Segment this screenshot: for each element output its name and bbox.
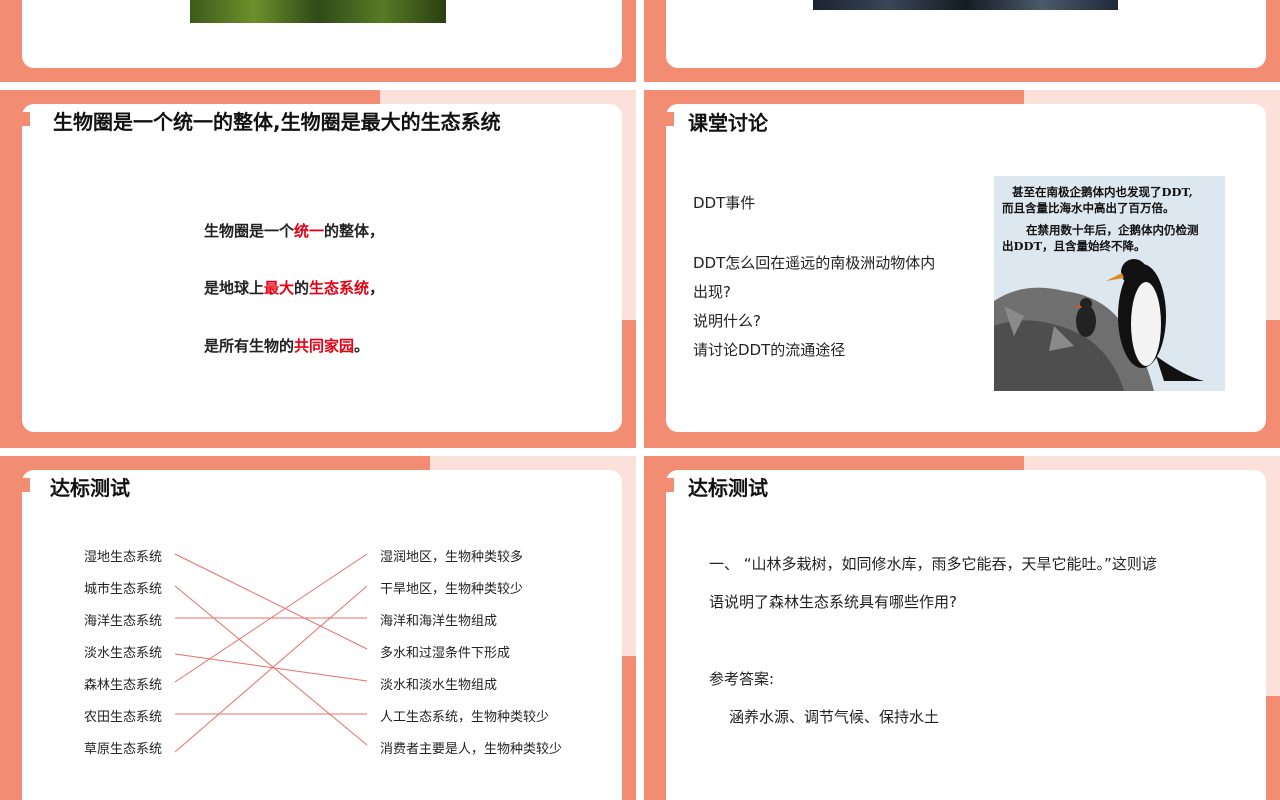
title-marker	[644, 112, 674, 126]
match-line	[174, 585, 368, 753]
question-line-1: 一、 “山林多栽树，如同修水库，雨多它能吞，天旱它能吐。”这则谚	[709, 555, 1157, 573]
ecosystem-item: 海洋生态系统	[84, 614, 163, 629]
question-line-2: 语说明了森林生态系统具有哪些作用?	[709, 593, 957, 611]
feature-item: 淡水和淡水生物组成	[380, 678, 498, 693]
feature-item: 干旱地区，生物种类较少	[380, 582, 524, 597]
slide-1-partial	[0, 0, 636, 82]
ecosystem-item: 城市生态系统	[84, 582, 163, 597]
answer-text: 涵养水源、调节气候、保持水土	[729, 708, 940, 726]
slide-proverb-test: 达标测试 一、 “山林多栽树，如同修水库，雨多它能吞，天旱它能吐。”这则谚 语说…	[644, 456, 1280, 800]
slide-2-partial	[644, 0, 1280, 82]
match-line	[174, 585, 368, 746]
slide-card	[666, 470, 1266, 800]
title-marker	[0, 112, 30, 126]
slide-discussion: 课堂讨论 DDT事件 DDT怎么回在遥远的南极洲动物体内 出现? 说明什么? 请…	[644, 90, 1280, 448]
answer-label: 参考答案:	[709, 670, 775, 688]
feature-item: 多水和过湿条件下形成	[380, 646, 511, 661]
ecosystem-item: 淡水生态系统	[84, 646, 163, 661]
slide-title: 课堂讨论	[688, 111, 768, 135]
question-1-cont: 出现?	[693, 283, 731, 301]
slide-title: 生物圈是一个统一的整体,生物圈是最大的生态系统	[53, 110, 501, 134]
penguin-illustration	[994, 259, 1204, 391]
slide-card	[22, 104, 622, 432]
title-marker	[644, 478, 674, 492]
slide-matching-test: 达标测试 湿地生态系统 城市生态系统 海洋生态系统 淡水生态系统 森林生态系统 …	[0, 456, 636, 800]
question-3: 请讨论DDT的流通途径	[693, 341, 846, 359]
slide-card	[666, 0, 1266, 68]
feature-item: 湿润地区，生物种类较多	[380, 550, 524, 565]
slide-title: 达标测试	[688, 476, 768, 500]
question-1: DDT怎么回在遥远的南极洲动物体内	[693, 254, 936, 272]
biosphere-line-3: 是所有生物的共同家园。	[204, 337, 370, 355]
feature-item: 人工生态系统，生物种类较少	[380, 710, 550, 725]
ecosystem-item: 草原生态系统	[84, 742, 163, 757]
ecosystem-item: 森林生态系统	[84, 678, 163, 693]
penguin-image: 甚至在南极企鹅体内也发现了DDT, 而且含量比海水中高出了百万倍。 在禁用数十年…	[994, 176, 1225, 391]
feature-item: 消费者主要是人，生物种类较少	[380, 742, 563, 757]
ecosystem-item: 农田生态系统	[84, 710, 163, 725]
feature-item: 海洋和海洋生物组成	[380, 614, 498, 629]
ddt-event: DDT事件	[693, 194, 756, 212]
slide-biosphere: 生物圈是一个统一的整体,生物圈是最大的生态系统 生物圈是一个统一的整体， 是地球…	[0, 90, 636, 448]
biosphere-line-2: 是地球上最大的生态系统，	[204, 279, 385, 297]
match-line	[174, 653, 368, 682]
question-2: 说明什么?	[693, 312, 761, 330]
forest-photo	[190, 0, 446, 23]
ecosystem-item: 湿地生态系统	[84, 550, 163, 565]
match-line	[174, 553, 368, 650]
biosphere-line-1: 生物圈是一个统一的整体，	[204, 222, 385, 240]
city-photo	[813, 0, 1118, 10]
